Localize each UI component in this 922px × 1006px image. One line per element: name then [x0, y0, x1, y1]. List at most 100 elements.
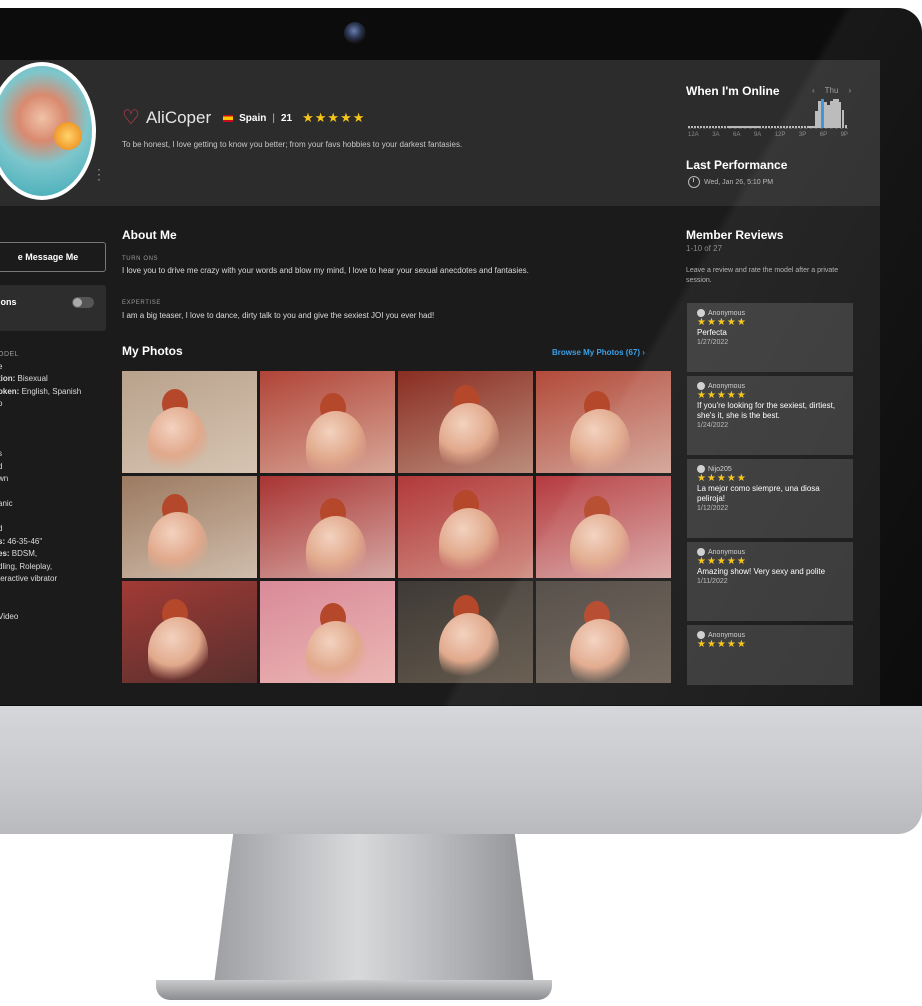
photo-figure — [439, 403, 499, 473]
review-card: Nijo205 ★★★★★ La mejor como siempre, una d… — [687, 459, 853, 538]
notifications-toggle[interactable] — [72, 297, 94, 308]
reviews-title: Member Reviews — [686, 228, 784, 242]
browse-photos-link[interactable]: Browse My Photos (67) › — [552, 348, 645, 357]
reviews-count: 1-10 of 27 — [686, 244, 723, 253]
model-detail-line: e — [0, 361, 3, 371]
hour-label: 6A — [733, 132, 741, 138]
review-user: Anonymous — [697, 631, 843, 639]
user-icon — [697, 548, 705, 556]
hour-label: 12A — [688, 132, 699, 138]
photo-figure — [439, 508, 499, 578]
review-user: Anonymous — [697, 548, 843, 556]
model-details: ODEL e tion: Bisexual oken: English, Spanis… — [0, 348, 110, 623]
turn-ons-caption: TURN ONS — [122, 256, 159, 262]
online-activity-histogram — [688, 98, 848, 129]
rating-stars: ★★★★★ — [302, 110, 366, 125]
model-detail-line: es: BDSM, — [0, 549, 38, 558]
prev-day-button[interactable]: ‹ — [812, 86, 815, 95]
last-performance-datetime: Wed, Jan 26, 5:10 PM — [704, 178, 774, 186]
photos-title: My Photos — [122, 344, 183, 358]
review-text: La mejor como siempre, una diosa peliroj… — [697, 484, 820, 503]
photo-thumbnail[interactable] — [260, 476, 395, 578]
message-me-button[interactable]: e Message Me — [0, 242, 106, 272]
review-card: Anonymous ★★★★★ If you're looking for the … — [687, 376, 853, 455]
photo-figure — [570, 514, 630, 578]
notifications-label: ations — [0, 297, 17, 307]
review-stars: ★★★★★ — [697, 556, 747, 567]
photo-figure — [570, 619, 630, 683]
model-country: Spain — [239, 112, 267, 124]
review-user: Anonymous — [697, 382, 843, 390]
model-detail-line — [0, 511, 110, 524]
photo-thumbnail[interactable] — [398, 476, 533, 578]
review-username: Anonymous — [708, 382, 745, 390]
photo-thumbnail[interactable] — [122, 476, 257, 578]
photo-thumbnail[interactable] — [260, 581, 395, 683]
hour-label: 12P — [774, 132, 786, 138]
about-title: About Me — [122, 228, 177, 242]
model-detail-line: Video — [0, 611, 19, 621]
model-detail-line — [0, 586, 110, 599]
screen: ⋮ ♡ AliCoper Spain | 21 ★★★★★ To be hone… — [0, 60, 880, 705]
photo-thumbnail[interactable] — [122, 581, 257, 683]
model-detail-line: o — [0, 399, 3, 408]
photo-figure — [148, 512, 208, 578]
favorite-heart-icon[interactable]: ♡ — [122, 108, 140, 128]
user-icon — [697, 631, 705, 639]
photo-thumbnail[interactable] — [536, 581, 671, 683]
hour-label: 9A — [753, 132, 762, 138]
monitor-chin — [0, 706, 922, 834]
photo-thumbnail[interactable] — [536, 371, 671, 473]
model-detail-line — [0, 411, 110, 424]
monitor-stand-base — [156, 980, 552, 1000]
user-icon — [697, 382, 705, 390]
next-day-button[interactable]: › — [848, 86, 851, 95]
activity-bar — [845, 125, 848, 128]
photo-figure — [306, 621, 366, 683]
review-username: Anonymous — [708, 631, 745, 639]
review-card: Anonymous ★★★★★ — [687, 625, 853, 685]
turn-ons-text: I love you to drive me crazy with your w… — [122, 266, 529, 275]
model-name: AliCoper — [145, 108, 212, 127]
model-detail-line: s — [0, 449, 2, 458]
photo-thumbnail[interactable] — [398, 581, 533, 683]
chevron-right-icon: › — [642, 348, 645, 357]
review-stars: ★★★★★ — [697, 473, 747, 484]
separator: | — [272, 112, 275, 124]
hour-label: 3A — [712, 132, 720, 138]
photo-thumbnail[interactable] — [260, 371, 395, 473]
photo-figure — [148, 617, 208, 683]
hour-labels: 12A 3A 6A 9A 12P 3P 6P 9P — [688, 132, 848, 138]
review-stars: ★★★★★ — [697, 639, 747, 650]
last-performance-title: Last Performance — [686, 158, 788, 172]
expertise-caption: EXPERTISE — [122, 300, 161, 306]
review-date: 1/11/2022 — [697, 578, 728, 585]
model-detail-line: s: 46-35-46" — [0, 536, 43, 546]
review-username: Anonymous — [708, 548, 745, 556]
more-options-icon[interactable]: ⋮ — [92, 167, 106, 181]
clock-icon — [688, 176, 700, 188]
review-username: Nijo205 — [708, 465, 732, 473]
review-date: 1/24/2022 — [697, 422, 729, 429]
photo-thumbnail[interactable] — [536, 476, 671, 578]
review-text: Amazing show! Very sexy and polite — [697, 567, 826, 576]
review-text: Perfecta — [697, 328, 727, 337]
spain-flag-icon — [223, 114, 234, 122]
review-card: Anonymous ★★★★★ Perfecta 1/27/2022 — [687, 303, 853, 372]
selected-day: Thu — [824, 86, 839, 95]
review-stars: ★★★★★ — [697, 390, 747, 401]
model-detail-line: ODEL — [0, 351, 20, 358]
photo-grid — [122, 371, 672, 683]
review-text: If you're looking for the sexiest, dirti… — [697, 401, 836, 420]
model-detail-line — [0, 436, 110, 449]
reviews-note: Leave a review and rate the model after … — [686, 267, 839, 284]
model-detail-line: wn — [0, 474, 9, 483]
photo-thumbnail[interactable] — [398, 371, 533, 473]
photo-figure — [570, 409, 630, 473]
hour-label: 3P — [798, 132, 807, 138]
last-performance-row: Wed, Jan 26, 5:10 PM — [688, 176, 773, 188]
model-detail-line: tion: Bisexual — [0, 374, 48, 383]
online-schedule-title: When I'm Online — [686, 84, 780, 98]
photo-figure — [306, 516, 366, 578]
photo-thumbnail[interactable] — [122, 371, 257, 473]
